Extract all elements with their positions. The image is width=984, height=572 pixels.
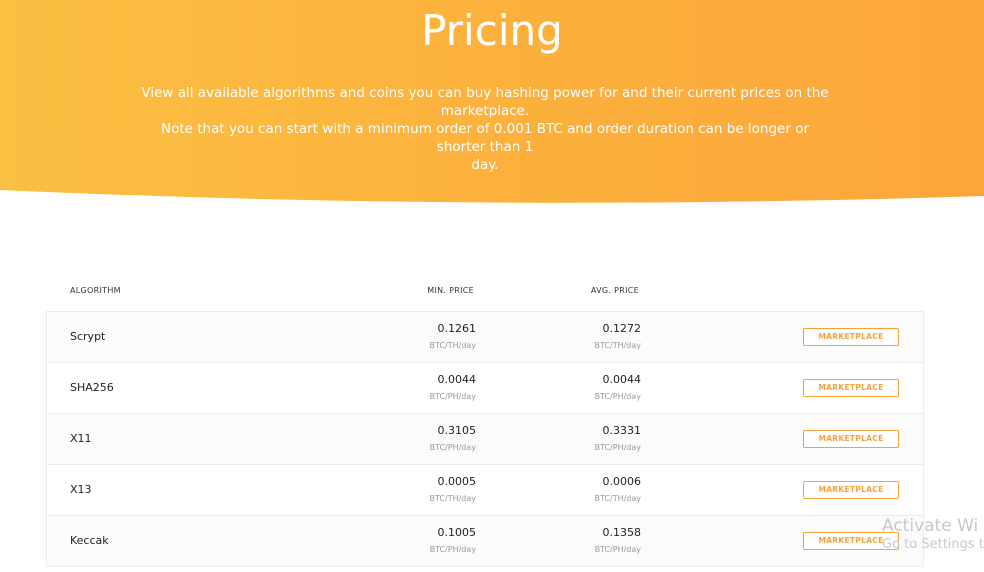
avg-price-cell: 0.1358 BTC/PH/day [551,526,641,554]
column-header-avg-price: AVG. PRICE [590,286,639,295]
pricing-description: View all available algorithms and coins … [140,84,830,174]
avg-price-value: 0.0006 [602,475,642,488]
avg-price-cell: 0.0006 BTC/TH/day [551,475,642,503]
avg-price-unit: BTC/TH/day [594,494,642,503]
windows-activation-watermark: Activate Wi Go to Settings t [882,516,984,552]
algorithm-name: X11 [70,432,92,445]
min-price-unit: BTC/PH/day [429,545,476,554]
watermark-subtitle: Go to Settings t [882,537,984,552]
avg-price-unit: BTC/PH/day [594,443,641,452]
pricing-table: Scrypt 0.1261 BTC/TH/day 0.1272 BTC/TH/d… [46,311,924,567]
avg-price-cell: 0.3331 BTC/PH/day [551,424,641,452]
min-price-cell: 0.1261 BTC/TH/day [386,322,477,350]
min-price-unit: BTC/PH/day [429,392,476,401]
avg-price-value: 0.3331 [602,424,642,437]
algorithm-name: Keccak [70,534,109,547]
table-row: X11 0.3105 BTC/PH/day 0.3331 BTC/PH/day … [47,414,923,465]
description-line: Note that you can start with a minimum o… [160,121,810,155]
algorithm-name: X13 [70,483,92,496]
min-price-value: 0.3105 [437,424,477,437]
avg-price-cell: 0.0044 BTC/PH/day [551,373,641,401]
page-title: Pricing [421,6,563,55]
avg-price-unit: BTC/PH/day [594,545,641,554]
avg-price-unit: BTC/TH/day [594,341,642,350]
table-row: Scrypt 0.1261 BTC/TH/day 0.1272 BTC/TH/d… [47,312,923,363]
algorithm-name: SHA256 [70,381,114,394]
min-price-value: 0.1261 [437,322,477,335]
min-price-value: 0.0005 [437,475,477,488]
min-price-cell: 0.0044 BTC/PH/day [386,373,476,401]
min-price-cell: 0.1005 BTC/PH/day [386,526,476,554]
column-header-min-price: MIN. PRICE [427,286,474,295]
algorithm-name: Scrypt [70,330,106,343]
marketplace-button[interactable]: MARKETPLACE [803,379,899,397]
min-price-value: 0.0044 [437,373,477,386]
marketplace-button[interactable]: MARKETPLACE [803,481,899,499]
table-header: ALGORITHM MIN. PRICE AVG. PRICE [46,280,922,302]
table-row: X13 0.0005 BTC/TH/day 0.0006 BTC/TH/day … [47,465,923,516]
column-header-algorithm: ALGORITHM [70,286,121,295]
table-row: SHA256 0.0044 BTC/PH/day 0.0044 BTC/PH/d… [47,363,923,414]
description-line: day. [471,157,499,173]
min-price-unit: BTC/TH/day [429,494,477,503]
table-row: Keccak 0.1005 BTC/PH/day 0.1358 BTC/PH/d… [47,516,923,567]
avg-price-unit: BTC/PH/day [594,392,641,401]
description-line: View all available algorithms and coins … [141,85,829,119]
marketplace-button[interactable]: MARKETPLACE [803,430,899,448]
min-price-unit: BTC/TH/day [429,341,477,350]
avg-price-value: 0.1272 [602,322,642,335]
marketplace-button[interactable]: MARKETPLACE [803,328,899,346]
avg-price-cell: 0.1272 BTC/TH/day [551,322,642,350]
watermark-title: Activate Wi [882,516,979,536]
min-price-value: 0.1005 [437,526,477,539]
min-price-unit: BTC/PH/day [429,443,476,452]
avg-price-value: 0.0044 [602,373,642,386]
avg-price-value: 0.1358 [602,526,642,539]
min-price-cell: 0.3105 BTC/PH/day [386,424,476,452]
min-price-cell: 0.0005 BTC/TH/day [386,475,477,503]
